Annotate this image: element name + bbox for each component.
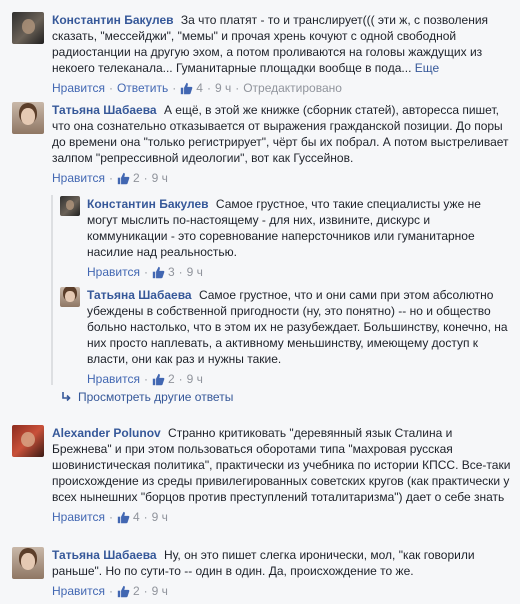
comment-author[interactable]: Константин Бакулев bbox=[52, 13, 174, 27]
avatar[interactable] bbox=[60, 196, 80, 216]
thumbs-up-icon bbox=[152, 373, 165, 386]
comment-actions: Нравится · 3 · 9 ч bbox=[87, 265, 203, 280]
reply: Константин Бакулев Самое грустное, что т… bbox=[60, 196, 510, 280]
thumbs-up-icon bbox=[117, 511, 130, 524]
comment-author[interactable]: Константин Бакулев bbox=[87, 197, 209, 211]
avatar[interactable] bbox=[60, 287, 80, 307]
like-button[interactable]: Нравится bbox=[52, 171, 105, 186]
like-button[interactable]: Нравится bbox=[52, 510, 105, 525]
comment-actions: Нравится · Ответить · 4 · 9 ч · Отредакт… bbox=[52, 81, 342, 96]
like-count[interactable]: 3 bbox=[168, 265, 175, 280]
comment-actions: Нравится · 2 · 9 ч bbox=[52, 584, 168, 599]
like-button[interactable]: Нравится bbox=[87, 372, 140, 387]
comment-author[interactable]: Татьяна Шабаева bbox=[52, 103, 157, 117]
thumbs-up-icon bbox=[117, 172, 130, 185]
comment-body: Alexander Polunov Странно критиковать "д… bbox=[52, 425, 512, 525]
like-count[interactable]: 4 bbox=[133, 510, 140, 525]
reply-button[interactable]: Ответить bbox=[117, 81, 168, 96]
avatar[interactable] bbox=[12, 425, 44, 457]
comment-actions: Нравится · 4 · 9 ч bbox=[52, 510, 168, 525]
like-count[interactable]: 2 bbox=[133, 584, 140, 599]
thumbs-up-icon bbox=[181, 82, 193, 95]
edited-label[interactable]: Отредактировано bbox=[243, 81, 342, 96]
like-button[interactable]: Нравится bbox=[87, 265, 140, 280]
comment-body: Татьяна Шабаева Самое грустное, что и он… bbox=[87, 287, 510, 387]
comment: Alexander Polunov Странно критиковать "д… bbox=[12, 425, 512, 525]
comment-author[interactable]: Татьяна Шабаева bbox=[87, 288, 192, 302]
comment-time[interactable]: 9 ч bbox=[215, 81, 231, 96]
comment-time[interactable]: 9 ч bbox=[152, 171, 168, 186]
comment: Татьяна Шабаева Ну, он это пишет слегка … bbox=[12, 547, 512, 599]
thumbs-up-icon bbox=[117, 585, 130, 598]
reply: Татьяна Шабаева Самое грустное, что и он… bbox=[60, 287, 510, 387]
see-more-link[interactable]: Еще bbox=[415, 61, 439, 75]
thumbs-up-icon bbox=[152, 266, 165, 279]
like-count[interactable]: 2 bbox=[133, 171, 140, 186]
like-count[interactable]: 4 bbox=[196, 81, 203, 96]
like-button[interactable]: Нравится bbox=[52, 81, 105, 96]
comment-time[interactable]: 9 ч bbox=[187, 265, 203, 280]
like-count[interactable]: 2 bbox=[168, 372, 175, 387]
comment-body: Константин Бакулев За что платят - то и … bbox=[52, 12, 512, 96]
show-more-replies-label[interactable]: Просмотреть другие ответы bbox=[78, 390, 233, 404]
comment-time[interactable]: 9 ч bbox=[152, 510, 168, 525]
comment-time[interactable]: 9 ч bbox=[187, 372, 203, 387]
comment-time[interactable]: 9 ч bbox=[152, 584, 168, 599]
comment-author[interactable]: Татьяна Шабаева bbox=[52, 548, 157, 562]
show-more-replies-link[interactable]: Просмотреть другие ответы bbox=[60, 390, 233, 404]
comment-actions: Нравится · 2 · 9 ч bbox=[52, 171, 168, 186]
like-button[interactable]: Нравится bbox=[52, 584, 105, 599]
avatar[interactable] bbox=[12, 12, 44, 44]
comment: Константин Бакулев За что платят - то и … bbox=[12, 12, 512, 96]
comment-feed: Константин Бакулев За что платят - то и … bbox=[0, 0, 520, 604]
comment-author[interactable]: Alexander Polunov bbox=[52, 426, 161, 440]
comment-body: Константин Бакулев Самое грустное, что т… bbox=[87, 196, 510, 280]
avatar[interactable] bbox=[12, 547, 44, 579]
comment: Татьяна Шабаева А ещё, в этой же книжке … bbox=[12, 102, 512, 186]
comment-actions: Нравится · 2 · 9 ч bbox=[87, 372, 203, 387]
comment-body: Татьяна Шабаева А ещё, в этой же книжке … bbox=[52, 102, 512, 186]
reply-arrow-icon bbox=[62, 392, 71, 402]
comment-body: Татьяна Шабаева Ну, он это пишет слегка … bbox=[52, 547, 512, 599]
avatar[interactable] bbox=[12, 102, 44, 134]
reply-thread-line bbox=[51, 195, 53, 385]
